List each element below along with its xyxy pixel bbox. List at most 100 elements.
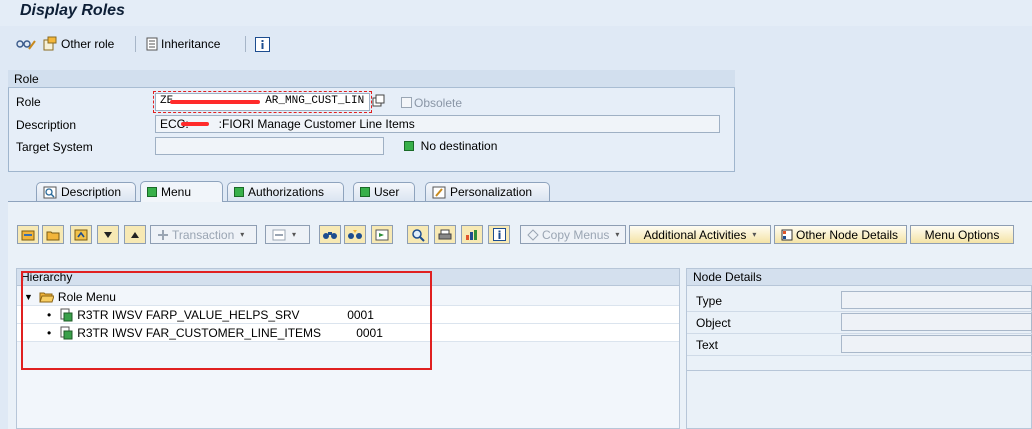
- description-tab-icon: [43, 186, 57, 199]
- chart-button[interactable]: [461, 225, 483, 244]
- move-down-button[interactable]: [97, 225, 119, 244]
- tab-label: Personalization: [450, 185, 533, 199]
- title-bar: [0, 0, 1032, 26]
- page-title: Display Roles: [20, 2, 125, 19]
- dropdown-icon: ▾: [240, 230, 245, 239]
- object-label: Object: [696, 316, 731, 330]
- folder-tree-icon: [21, 229, 35, 241]
- display-change-button[interactable]: [16, 34, 36, 54]
- tab-label: Authorizations: [248, 185, 325, 199]
- node-details-icon: [781, 229, 793, 241]
- description-label: Description: [16, 118, 77, 132]
- highlight-box: [21, 271, 432, 370]
- delete-node-icon: [272, 229, 286, 241]
- tab-menu[interactable]: Menu: [140, 181, 223, 202]
- tab-label: Menu: [161, 185, 192, 199]
- checkbox-icon: [401, 97, 412, 108]
- destination-status: No destination: [404, 139, 497, 153]
- dropdown-icon: ▾: [292, 230, 297, 239]
- folder-button[interactable]: [42, 225, 64, 244]
- target-system-label: Target System: [16, 140, 93, 154]
- delete-node-button[interactable]: ▾: [265, 225, 310, 244]
- text-field[interactable]: [841, 335, 1032, 353]
- green-status-icon: [234, 187, 244, 197]
- glasses-pencil-icon: [16, 36, 36, 52]
- green-status-icon: [404, 141, 414, 151]
- information-button[interactable]: [255, 34, 270, 54]
- tab-personalization[interactable]: Personalization: [425, 182, 550, 201]
- description-field[interactable]: ECC::FIORI Manage Customer Line Items: [155, 115, 720, 133]
- toolbar-separator: [135, 36, 136, 52]
- tab-description[interactable]: Description: [36, 182, 136, 201]
- triangle-up-icon: [130, 231, 140, 239]
- find-button[interactable]: [319, 225, 341, 244]
- node-details-header: Node Details: [687, 269, 1032, 286]
- toolbar-separator: [245, 36, 246, 52]
- bar-chart-icon: [465, 229, 479, 241]
- destination-status-text: No destination: [420, 139, 498, 153]
- printer-icon: [438, 229, 452, 241]
- tab-label: Description: [61, 185, 122, 199]
- print-button[interactable]: [434, 225, 456, 244]
- move-icon: [74, 229, 88, 241]
- binoculars-icon: [322, 229, 338, 241]
- menu-options-button[interactable]: Menu Options: [910, 225, 1014, 244]
- obsolete-label: Obsolete: [414, 96, 463, 110]
- copy-menus-label: Copy Menus: [542, 227, 610, 242]
- other-node-details-label: Other Node Details: [796, 227, 899, 242]
- type-label: Type: [696, 294, 723, 308]
- row-divider: [687, 333, 1032, 334]
- zoom-button[interactable]: [407, 225, 429, 244]
- row-divider: [687, 355, 1032, 356]
- other-role-button[interactable]: Other role: [42, 34, 114, 54]
- panel-divider: [687, 370, 1032, 371]
- other-object-icon: [42, 36, 58, 52]
- info-icon: [255, 36, 270, 52]
- magnifier-icon: [411, 228, 425, 242]
- transaction-label: Transaction: [172, 227, 235, 242]
- type-field[interactable]: [841, 291, 1032, 309]
- role-label: Role: [16, 95, 41, 109]
- inheritance-button[interactable]: Inheritance: [146, 34, 220, 54]
- text-label: Text: [696, 338, 719, 352]
- dropdown-icon: ▾: [615, 230, 620, 239]
- info-icon: [492, 228, 506, 241]
- obsolete-checkbox[interactable]: Obsolete: [401, 96, 462, 110]
- dropdown-icon: ▾: [752, 230, 757, 239]
- transaction-button[interactable]: Transaction ▾: [150, 225, 257, 244]
- info-button[interactable]: [488, 225, 510, 244]
- tab-authorizations[interactable]: Authorizations: [227, 182, 344, 201]
- inheritance-label: Inheritance: [161, 37, 221, 51]
- role-group-header: Role: [8, 70, 735, 88]
- role-field-highlight: [153, 91, 372, 113]
- redaction-mark: [181, 122, 209, 126]
- other-role-label: Other role: [61, 37, 115, 51]
- description-suffix: :FIORI Manage Customer Line Items: [218, 117, 415, 131]
- green-status-icon: [147, 187, 157, 197]
- tab-label: User: [374, 185, 400, 199]
- object-field[interactable]: [841, 313, 1032, 331]
- tab-user[interactable]: User: [353, 182, 415, 201]
- document-icon: [146, 37, 158, 51]
- other-node-details-button[interactable]: Other Node Details: [774, 225, 907, 244]
- binoculars-next-icon: [347, 229, 363, 241]
- copy-menus-button[interactable]: Copy Menus ▾: [520, 225, 626, 244]
- move-up-button[interactable]: [124, 225, 146, 244]
- triangle-down-icon: [103, 231, 113, 239]
- add-icon: [157, 229, 169, 241]
- target-system-field[interactable]: [155, 137, 384, 155]
- personalization-tab-icon: [432, 186, 446, 199]
- row-divider: [687, 311, 1032, 312]
- menu-options-label: Menu Options: [924, 227, 1000, 242]
- execute-button[interactable]: [371, 225, 393, 244]
- additional-activities-label: Additional Activities: [643, 227, 747, 242]
- copy-icon[interactable]: [372, 94, 386, 108]
- additional-activities-button[interactable]: Additional Activities ▾: [629, 225, 771, 244]
- move-button[interactable]: [70, 225, 92, 244]
- copy-menus-icon: [527, 228, 539, 241]
- find-next-button[interactable]: [344, 225, 366, 244]
- execute-icon: [375, 229, 389, 241]
- green-status-icon: [360, 187, 370, 197]
- create-folder-button[interactable]: [17, 225, 39, 244]
- folder-icon: [46, 229, 60, 241]
